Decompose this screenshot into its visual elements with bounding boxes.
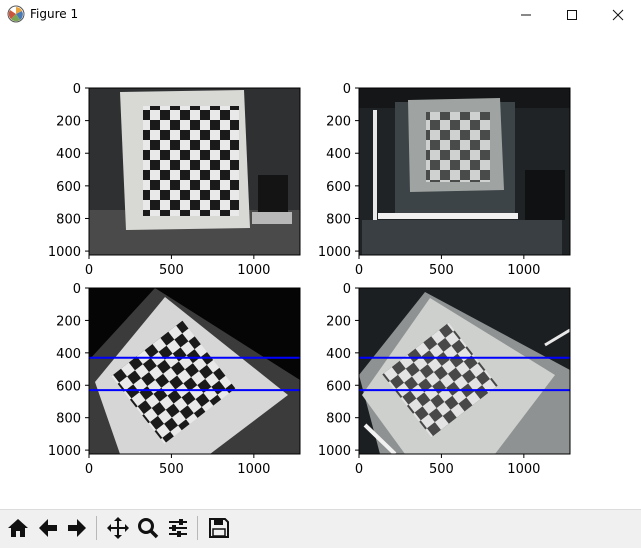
- x-tick-label: 0: [85, 263, 93, 278]
- floppy-icon: [209, 518, 229, 538]
- zoom-button[interactable]: [134, 514, 162, 542]
- move-icon: [107, 517, 129, 539]
- x-tick-label: 0: [355, 263, 363, 278]
- back-button[interactable]: [34, 514, 62, 542]
- y-tick-label: 1000: [318, 245, 351, 260]
- y-tick-label: 800: [56, 412, 81, 427]
- save-button[interactable]: [205, 514, 233, 542]
- x-tick-label: 0: [85, 462, 93, 477]
- y-tick-label: 600: [326, 379, 351, 394]
- y-tick-label: 200: [326, 314, 351, 329]
- x-tick-label: 500: [159, 462, 184, 477]
- y-tick-label: 1000: [318, 444, 351, 459]
- y-tick-label: 200: [56, 314, 81, 329]
- minimize-button[interactable]: [503, 0, 549, 30]
- title-bar: Figure 1: [0, 0, 641, 30]
- figure-svg: 0 500 1000 0 200 400 600 800 1000 0 500 1000 0 200 400…: [48, 82, 571, 477]
- navigation-toolbar: [0, 509, 641, 548]
- photo-top-left: [89, 88, 300, 255]
- matplotlib-app-icon: [7, 5, 25, 23]
- minimize-icon: [521, 14, 531, 16]
- y-tick-label: 1000: [48, 444, 81, 459]
- y-tick-label: 1000: [48, 245, 81, 260]
- y-tick-label: 600: [56, 379, 81, 394]
- x-tick-label: 500: [429, 263, 454, 278]
- back-arrow-icon: [39, 519, 57, 537]
- y-tick-label: 800: [56, 212, 81, 227]
- y-tick-label: 400: [56, 147, 81, 162]
- y-tick-label: 800: [326, 212, 351, 227]
- close-icon: [612, 9, 624, 21]
- maximize-button[interactable]: [549, 0, 595, 30]
- toolbar-separator: [197, 516, 198, 540]
- y-tick-label: 200: [326, 115, 351, 130]
- y-tick-label: 400: [326, 347, 351, 362]
- maximize-icon: [567, 10, 577, 20]
- figure-canvas[interactable]: 0 500 1000 0 200 400 600 800 1000 0 500 1000 0 200 400…: [0, 30, 641, 509]
- x-tick-label: 1000: [237, 263, 270, 278]
- y-tick-label: 0: [343, 282, 351, 297]
- y-tick-label: 400: [326, 147, 351, 162]
- toolbar-separator: [96, 516, 97, 540]
- x-tick-label: 0: [355, 462, 363, 477]
- photo-bottom-right: [359, 288, 570, 454]
- configure-subplots-button[interactable]: [164, 514, 192, 542]
- y-tick-label: 200: [56, 115, 81, 130]
- magnifier-icon: [138, 518, 159, 539]
- y-tick-label: 400: [56, 347, 81, 362]
- y-tick-label: 600: [326, 180, 351, 195]
- photo-top-right: [359, 88, 570, 255]
- y-tick-label: 0: [73, 82, 81, 97]
- x-tick-label: 1000: [507, 462, 540, 477]
- x-tick-label: 500: [429, 462, 454, 477]
- close-button[interactable]: [595, 0, 641, 30]
- y-tick-label: 600: [56, 180, 81, 195]
- home-button[interactable]: [4, 514, 32, 542]
- x-tick-label: 1000: [507, 263, 540, 278]
- pan-button[interactable]: [104, 514, 132, 542]
- y-tick-label: 0: [343, 82, 351, 97]
- x-tick-label: 1000: [237, 462, 270, 477]
- x-tick-label: 500: [159, 263, 184, 278]
- sliders-icon: [169, 519, 187, 537]
- y-tick-label: 800: [326, 412, 351, 427]
- y-tick-label: 0: [73, 282, 81, 297]
- forward-arrow-icon: [68, 519, 86, 537]
- forward-button[interactable]: [63, 514, 91, 542]
- home-icon: [8, 519, 28, 537]
- photo-bottom-left: [89, 288, 300, 454]
- window-title: Figure 1: [30, 7, 79, 21]
